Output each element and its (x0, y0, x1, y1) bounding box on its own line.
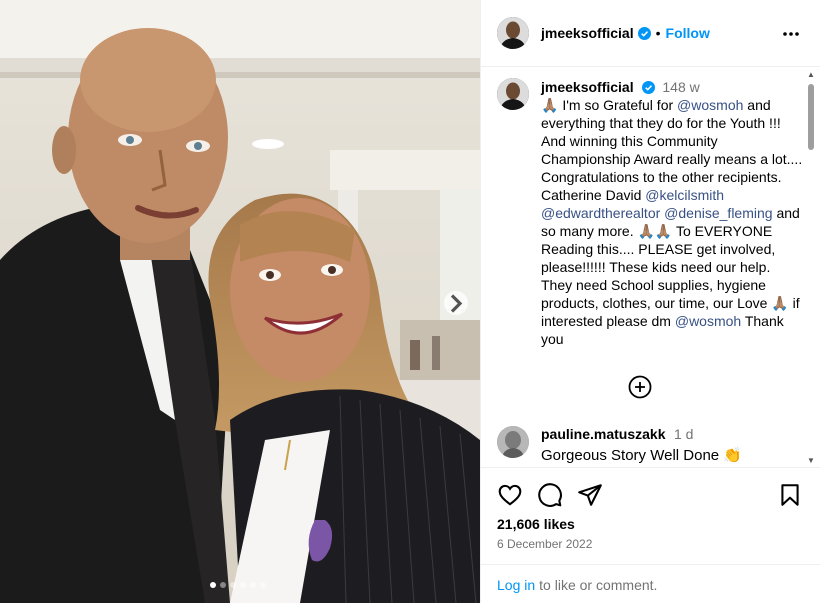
comment-body: pauline.matuszakk 1 d Gorgeous Story Wel… (541, 426, 742, 464)
caption-username[interactable]: jmeeksofficial (541, 79, 634, 95)
header-separator: • (655, 25, 661, 41)
scrollbar-thumb[interactable] (808, 84, 814, 150)
comment-button[interactable] (537, 482, 563, 508)
caption-body: jmeeksofficial 148 w 🙏🏽 I'm so Grateful … (541, 78, 803, 348)
ellipsis-icon (783, 32, 799, 36)
comment-icon (538, 483, 562, 507)
instagram-post: jmeeksofficial • Follow jmeeksofficial 1… (0, 0, 820, 603)
action-icons (497, 482, 807, 510)
share-icon (578, 484, 602, 506)
caption-text: 🙏🏽 I'm so Grateful for @wosmoh and every… (541, 97, 802, 347)
post-date[interactable]: 6 December 2022 (497, 537, 592, 551)
post-caption: jmeeksofficial 148 w 🙏🏽 I'm so Grateful … (497, 78, 803, 348)
post-photo[interactable] (0, 0, 480, 603)
caption-time[interactable]: 148 w (662, 79, 699, 95)
caption-text-segment: I'm so Grateful for (558, 97, 678, 113)
post-details-panel: jmeeksofficial • Follow jmeeksofficial 1… (480, 0, 820, 603)
carousel-dot (210, 582, 216, 588)
praying-hands-emoji: 🙏🏽 (541, 97, 559, 113)
mention-link[interactable]: @denise_fleming (664, 205, 772, 221)
bookmark-icon (781, 484, 799, 506)
author-avatar[interactable] (497, 17, 529, 49)
comment-text: Gorgeous Story Well Done 👏 (541, 446, 742, 464)
carousel-dot (250, 582, 256, 588)
load-more-comments-button[interactable] (628, 375, 652, 399)
scroll-down-arrow-icon[interactable]: ▼ (806, 456, 816, 466)
carousel-next-button[interactable] (444, 291, 468, 315)
follow-button[interactable]: Follow (666, 25, 710, 41)
like-button[interactable] (497, 482, 523, 508)
carousel-dot (230, 582, 236, 588)
comment-time[interactable]: 1 d (674, 426, 693, 442)
verified-badge-icon (637, 26, 651, 40)
avatar-image (497, 78, 529, 110)
carousel-dot (220, 582, 226, 588)
photo-illustration (0, 0, 480, 603)
heart-icon (498, 484, 522, 506)
login-suffix: to like or comment. (539, 576, 658, 593)
author-username[interactable]: jmeeksofficial (541, 25, 634, 41)
commenter-avatar[interactable] (497, 426, 529, 458)
comment-item: pauline.matuszakk 1 d Gorgeous Story Wel… (497, 426, 807, 464)
login-prompt: Log in to like or comment. (481, 564, 820, 603)
caption-author-avatar[interactable] (497, 78, 529, 110)
more-options-button[interactable] (779, 24, 803, 44)
login-link[interactable]: Log in (497, 577, 535, 593)
commenter-username[interactable]: pauline.matuszakk (541, 426, 666, 442)
verified-badge-icon (641, 81, 655, 94)
chevron-right-icon (450, 293, 463, 313)
mention-link[interactable]: @edwardtherealtor (541, 205, 660, 221)
praying-hands-emoji: 🙏🏽🙏🏽 (637, 223, 673, 239)
comment-text-content: Gorgeous Story Well Done (541, 447, 720, 464)
share-button[interactable] (577, 482, 603, 508)
avatar-image (497, 17, 529, 49)
likes-count[interactable]: 21,606 likes (497, 516, 575, 532)
carousel-dot (260, 582, 266, 588)
comments-section[interactable]: jmeeksofficial 148 w 🙏🏽 I'm so Grateful … (481, 68, 820, 466)
scroll-up-arrow-icon[interactable]: ▲ (806, 70, 816, 80)
clapping-hands-emoji: 👏 (723, 447, 742, 464)
mention-link[interactable]: @wosmoh (675, 313, 741, 329)
carousel-dots (210, 582, 266, 588)
comments-scrollbar[interactable]: ▲ ▼ (806, 70, 816, 466)
post-actions: 21,606 likes 6 December 2022 Log in to l… (481, 467, 820, 603)
praying-hands-emoji: 🙏🏽 (771, 295, 789, 311)
avatar-image (497, 426, 529, 458)
save-button[interactable] (777, 482, 803, 508)
post-header: jmeeksofficial • Follow (481, 0, 820, 67)
mention-link[interactable]: @kelcilsmith (645, 187, 724, 203)
carousel-dot (240, 582, 246, 588)
plus-circle-icon (628, 375, 652, 399)
mention-link[interactable]: @wosmoh (677, 97, 743, 113)
